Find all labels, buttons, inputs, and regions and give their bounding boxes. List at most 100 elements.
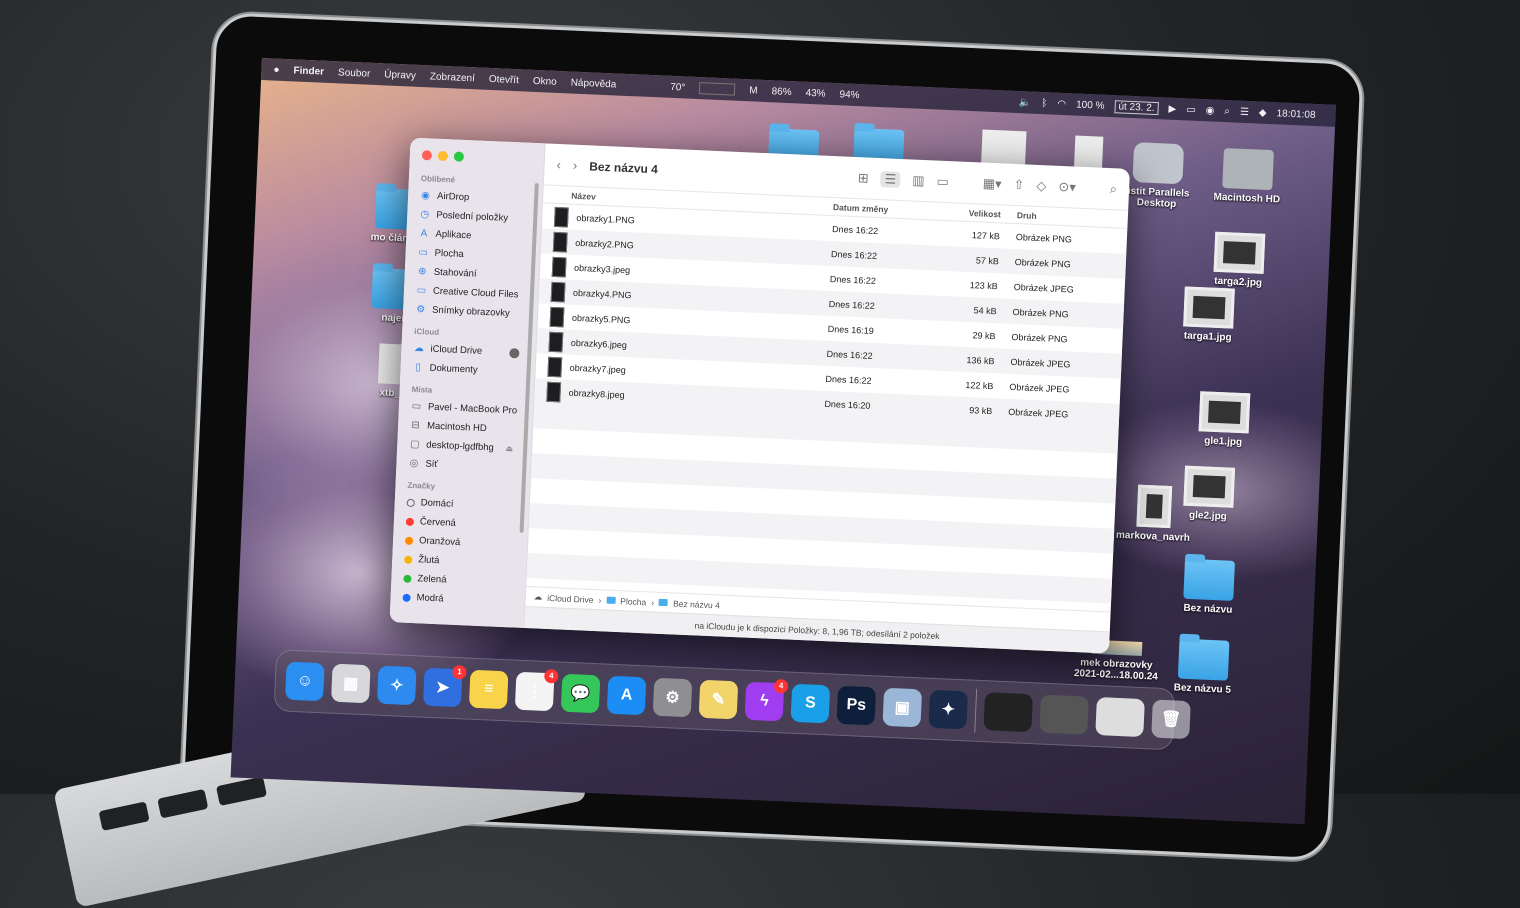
share-icon[interactable]: ⇧ <box>1013 176 1025 192</box>
dock-app-xcode-instruments[interactable]: ✦ <box>928 689 969 730</box>
desktop-icon-targa1[interactable]: targa1.jpg <box>1163 286 1255 345</box>
desktop-icon-markova-navrh[interactable]: markova_navrh <box>1108 483 1200 544</box>
folder-icon <box>1177 638 1230 681</box>
file-kind: Obrázek PNG <box>1012 306 1069 319</box>
desktop-icon-gle1[interactable]: gle1.jpg <box>1178 390 1270 449</box>
messages-icon: 💬 <box>570 685 591 703</box>
folder-icon <box>606 596 616 604</box>
column-size[interactable]: Velikost <box>943 206 1011 219</box>
path-item[interactable]: Bez názvu 4 <box>673 598 720 610</box>
desktop-icon-targa2[interactable]: targa2.jpg <box>1193 231 1285 290</box>
sidebar-item-screenshots[interactable]: ⚙ Snímky obrazovky <box>411 300 530 324</box>
dock-app-finder[interactable]: ☺ <box>285 661 325 702</box>
sidebar-item-network[interactable]: ◎ Síť <box>404 454 523 478</box>
more-actions-icon[interactable]: ⊙▾ <box>1058 178 1076 195</box>
menu-otevrit[interactable]: Otevřít <box>489 73 519 85</box>
malwarebytes-icon[interactable]: M <box>749 85 758 96</box>
path-item[interactable]: Plocha <box>620 596 646 607</box>
file-size: 122 kB <box>965 379 994 391</box>
dock-app-photoshop[interactable]: Ps <box>836 685 877 726</box>
chevron-right-icon: › <box>598 594 602 605</box>
dock-app-app-store[interactable]: A <box>606 675 647 716</box>
file-size: 127 kB <box>971 229 1001 241</box>
sidebar-tag[interactable]: Modrá <box>398 587 517 611</box>
desktop-icon-bez-nazvu[interactable]: Bez názvu <box>1163 558 1255 617</box>
key <box>157 788 209 819</box>
file-date: Dnes 16:20 <box>824 398 871 411</box>
file-kind: Obrázek JPEG <box>1009 381 1070 395</box>
spotlight-search-icon[interactable]: ⌕ <box>1224 106 1230 117</box>
file-kind: Obrázek JPEG <box>1010 356 1071 370</box>
column-view-button[interactable]: ▥ <box>912 172 925 189</box>
bluetooth-icon[interactable]: ᛒ <box>1041 98 1047 109</box>
column-kind[interactable]: Druh <box>1011 209 1101 223</box>
dock-app-launchpad[interactable]: ▦ <box>330 663 371 704</box>
zoom-button[interactable] <box>453 151 465 162</box>
image-thumbnail-icon <box>553 206 569 228</box>
menu-app-finder[interactable]: Finder <box>293 65 324 77</box>
clock[interactable]: 18:01:08 <box>1276 108 1315 121</box>
desktop-icon-bez-nazvu-5[interactable]: Bez názvu 5 <box>1157 638 1249 697</box>
tag-dot-icon <box>406 498 415 507</box>
folder-icon <box>658 598 669 607</box>
file-size: 29 kB <box>972 329 996 341</box>
dock: ☺ ▦ ✧ ➤ 1 ≡ ⋮ 4 💬 A ⚙ ✎ ϟ 4 S Ps ▣ ✦ 🗑 <box>273 649 1191 751</box>
keyboard-battery[interactable]: 43% <box>805 87 825 99</box>
eject-icon[interactable]: ⏏ <box>505 444 513 453</box>
dock-app-messages[interactable]: 💬 <box>560 673 601 714</box>
file-size: 123 kB <box>969 279 998 291</box>
desktop-icon-macintosh-hd[interactable]: Macintosh HD <box>1202 147 1294 206</box>
menu-soubor[interactable]: Soubor <box>338 67 371 79</box>
file-date: Dnes 16:22 <box>828 298 876 311</box>
path-item[interactable]: iCloud Drive <box>547 592 594 604</box>
image-thumbnail-icon <box>1183 286 1235 329</box>
gallery-view-button[interactable]: ▭ <box>936 173 949 190</box>
forward-button[interactable]: › <box>573 158 578 173</box>
icon-view-button[interactable]: ⊞ <box>857 170 869 186</box>
user-icon[interactable]: ◉ <box>1205 105 1214 116</box>
temperature-status[interactable]: 70° <box>670 81 686 93</box>
tag-icon[interactable]: ◇ <box>1036 177 1047 193</box>
dock-app-reminders[interactable]: ⋮ 4 <box>514 668 559 712</box>
control-center-icon[interactable]: ☰ <box>1240 106 1249 117</box>
minimize-button[interactable] <box>437 150 449 162</box>
search-icon[interactable]: ⌕ <box>1109 181 1118 197</box>
monitor-icon: ▢ <box>409 438 420 451</box>
back-button[interactable]: ‹ <box>556 157 561 172</box>
menu-napoveda[interactable]: Nápověda <box>570 77 616 90</box>
window-icon[interactable]: ▭ <box>1186 104 1196 115</box>
airpods-battery[interactable]: 86% <box>771 86 791 98</box>
dock-minimized-window[interactable] <box>1095 697 1145 738</box>
menu-okno[interactable]: Okno <box>533 75 557 87</box>
column-date[interactable]: Datum změny <box>833 202 943 217</box>
dock-trash-icon[interactable]: 🗑 <box>1151 699 1191 740</box>
cpu-graph-icon[interactable] <box>699 82 736 96</box>
folder-icon: ▭ <box>416 284 427 297</box>
trackpad-battery[interactable]: 94% <box>839 89 859 101</box>
close-button[interactable] <box>421 150 433 161</box>
dock-app-notes[interactable]: ≡ <box>468 669 509 710</box>
group-button[interactable]: ▦▾ <box>982 175 1002 192</box>
dock-app-system-preferences[interactable]: ⚙ <box>652 677 693 718</box>
volume-icon[interactable]: 🔈 <box>1019 97 1032 109</box>
dock-minimized-window[interactable] <box>983 692 1033 733</box>
dock-app-stickies[interactable]: ✎ <box>698 679 739 720</box>
sidebar-item-documents[interactable]: ▯ Dokumenty <box>408 358 527 382</box>
dock-minimized-window[interactable] <box>1039 694 1089 735</box>
menu-upravy[interactable]: Úpravy <box>384 69 416 81</box>
dock-app-messenger[interactable]: ϟ4 <box>744 678 789 722</box>
dock-app-skype[interactable]: S <box>790 683 831 724</box>
wifi-icon[interactable]: ◠ <box>1057 98 1066 109</box>
siri-icon[interactable]: ◆ <box>1259 107 1267 118</box>
dock-app-safari[interactable]: ✧ <box>376 665 417 706</box>
battery-status[interactable]: 100 % <box>1076 99 1105 111</box>
list-view-button[interactable]: ☰ <box>880 170 901 188</box>
system-preferences-icon: ⚙ <box>664 689 681 707</box>
dock-app-preview[interactable]: ▣ <box>882 687 923 728</box>
dock-app-navigation[interactable]: ➤ 1 <box>422 664 467 708</box>
apple-menu-icon[interactable]: ● <box>273 64 280 75</box>
menu-zobrazeni[interactable]: Zobrazení <box>430 71 475 84</box>
safari-icon: ✧ <box>389 677 404 695</box>
date-status[interactable]: út 23. 2. <box>1114 99 1159 115</box>
play-icon[interactable]: ▶ <box>1168 103 1176 114</box>
